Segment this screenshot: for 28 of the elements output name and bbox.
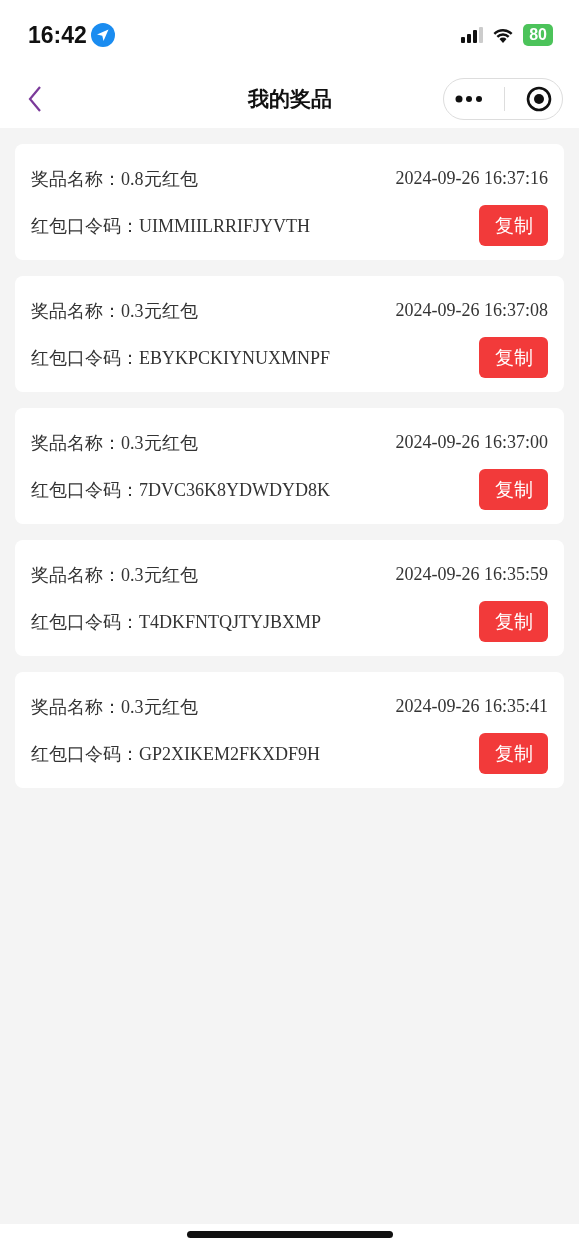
close-icon[interactable]: [525, 86, 552, 112]
copy-button[interactable]: 复制: [479, 469, 548, 510]
prize-code: 红包口令码：T4DKFNTQJTYJBXMP: [31, 610, 322, 634]
copy-button[interactable]: 复制: [479, 337, 548, 378]
back-icon[interactable]: [28, 86, 42, 112]
prize-time: 2024-09-26 16:37:00: [395, 432, 548, 453]
copy-button[interactable]: 复制: [479, 601, 548, 642]
prize-time: 2024-09-26 16:35:41: [395, 696, 548, 717]
wifi-icon: [492, 27, 515, 43]
prize-time: 2024-09-26 16:37:08: [395, 300, 548, 321]
prize-name: 奖品名称：0.3元红包: [31, 299, 198, 323]
prize-code: 红包口令码：UIMMIILRRIFJYVTH: [31, 214, 310, 238]
prize-code: 红包口令码：EBYKPCKIYNUXMNPF: [31, 346, 331, 370]
prize-name: 奖品名称：0.3元红包: [31, 431, 198, 455]
copy-button[interactable]: 复制: [479, 205, 548, 246]
prize-code: 红包口令码：7DVC36K8YDWDYD8K: [31, 478, 330, 502]
page-title: 我的奖品: [247, 86, 332, 113]
prize-time: 2024-09-26 16:37:16: [395, 168, 548, 189]
battery-indicator: 80: [523, 24, 553, 46]
prize-code: 红包口令码：GP2XIKEM2FKXDF9H: [31, 742, 321, 766]
prize-name: 奖品名称：0.3元红包: [31, 695, 198, 719]
copy-button[interactable]: 复制: [479, 733, 548, 774]
status-time: 16:42: [28, 21, 87, 49]
prize-name: 奖品名称：0.8元红包: [31, 167, 198, 191]
more-icon[interactable]: [454, 95, 483, 103]
prize-time: 2024-09-26 16:35:59: [395, 564, 548, 585]
prize-name: 奖品名称：0.3元红包: [31, 563, 198, 587]
signal-icon: [461, 27, 484, 43]
